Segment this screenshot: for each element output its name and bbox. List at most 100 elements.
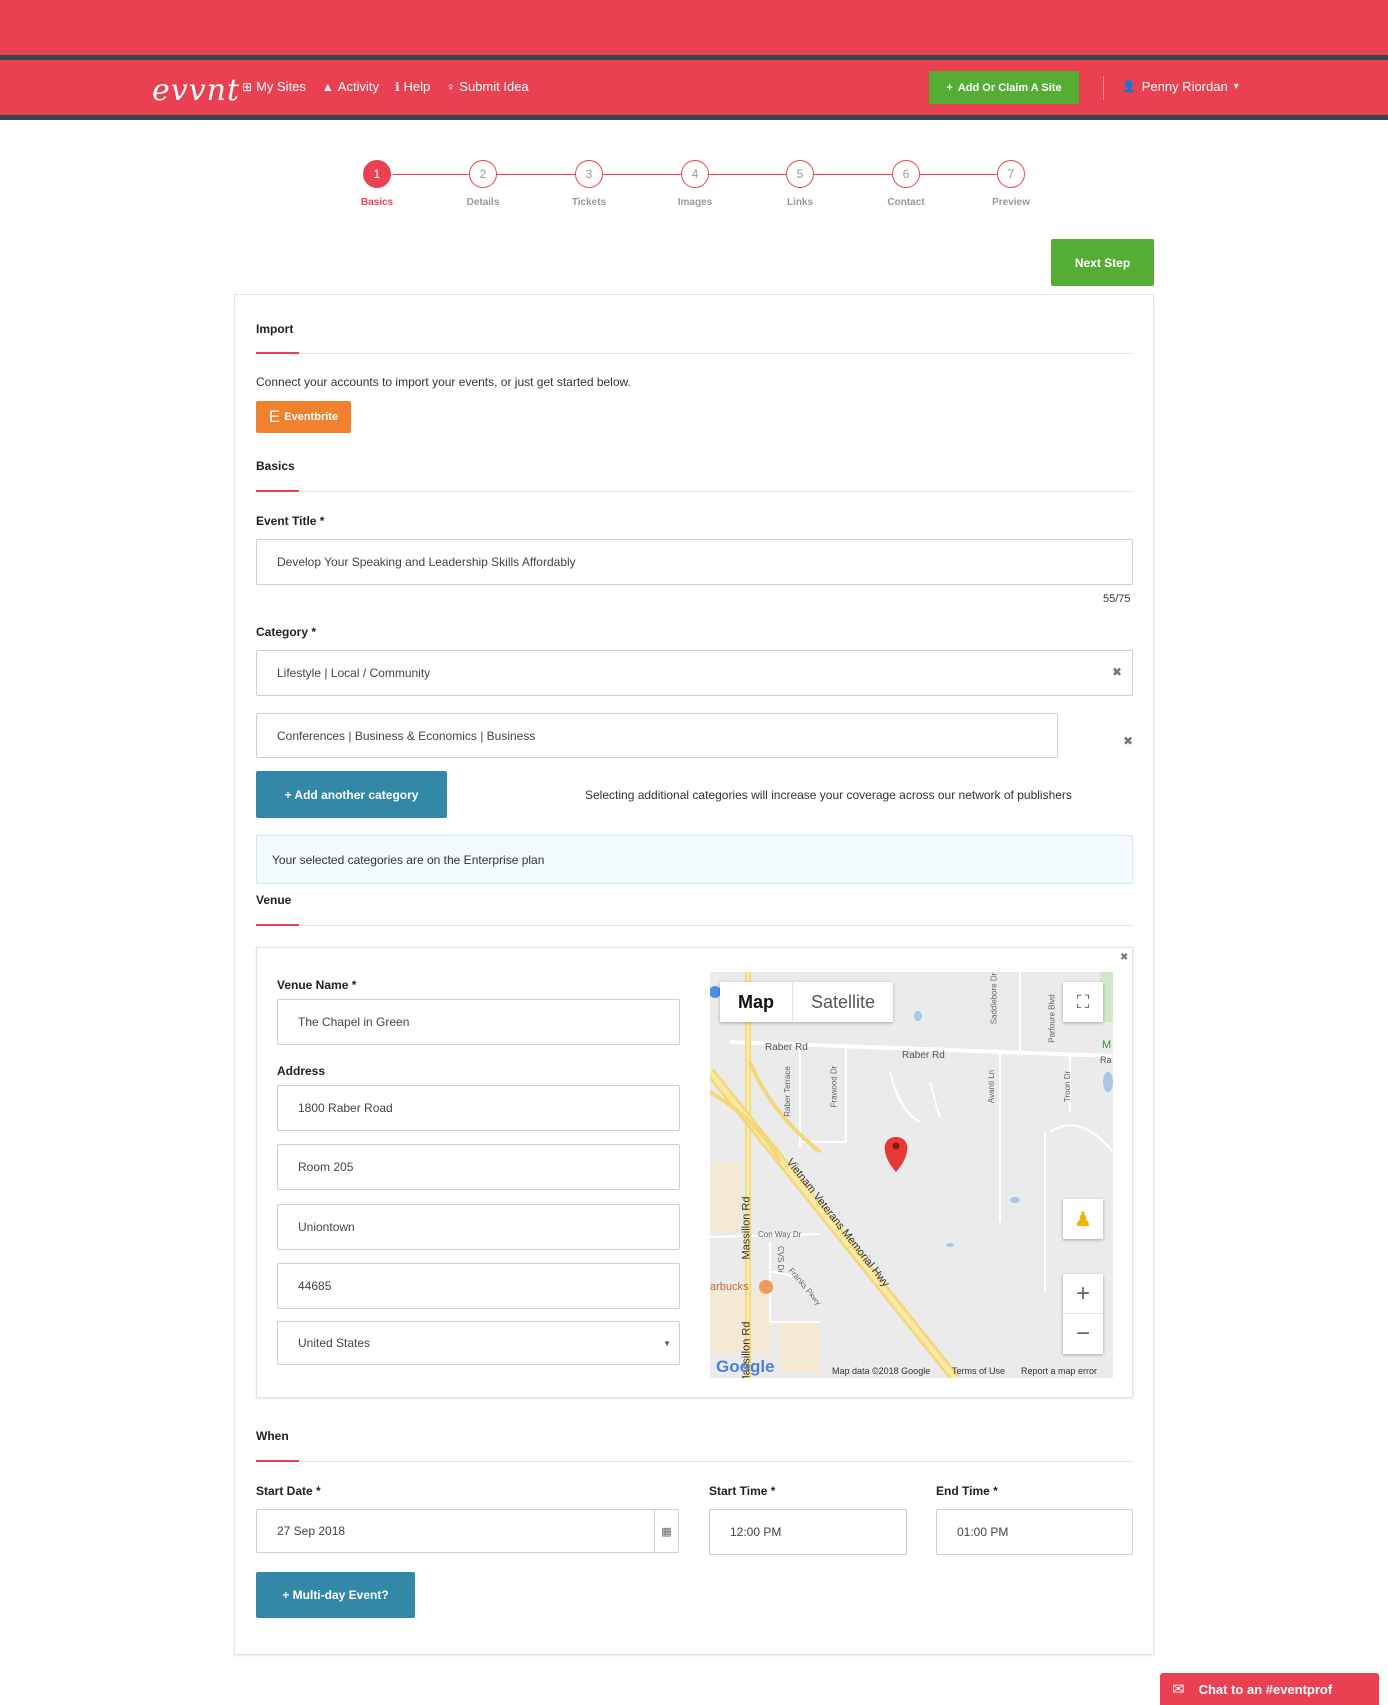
add-site-label: Add Or Claim A Site (957, 81, 1062, 94)
nav-label: Activity (337, 79, 379, 94)
map-type-satellite[interactable]: Satellite (792, 982, 893, 1022)
place-label-starbucks: arbucks (710, 1281, 749, 1293)
nav-my-sites[interactable]: ⊞ My Sites (242, 79, 306, 94)
street-label: Raber Terrace (782, 1066, 792, 1117)
calendar-icon[interactable]: ▦ (654, 1510, 678, 1552)
step-tickets[interactable]: 3 Tickets (559, 160, 619, 208)
section-accent (256, 1460, 299, 1462)
step-details[interactable]: 2 Details (453, 160, 513, 208)
address-label: Address (277, 1064, 326, 1078)
step-label: Details (466, 197, 500, 208)
step-label: Basics (360, 197, 394, 208)
street-label: CVS Dr (776, 1245, 786, 1274)
multi-day-event-button[interactable]: + Multi-day Event? (256, 1572, 415, 1618)
category-label: Category * (256, 625, 317, 639)
start-time-label: Start Time * (709, 1484, 776, 1498)
eventbrite-icon: E (268, 407, 281, 426)
user-menu[interactable]: 👤 Penny Riordan ▾ (1122, 79, 1239, 94)
remove-venue-icon[interactable]: ✖ (1120, 952, 1128, 963)
step-basics[interactable]: 1 Basics (347, 160, 407, 208)
event-form-card: Import Connect your accounts to import y… (234, 294, 1154, 1655)
street-view-pegman-icon[interactable]: ♟ (1063, 1199, 1103, 1239)
venue-map[interactable]: Map Satellite ⛶ ♟ + − Raber Rd Raber Rd … (710, 972, 1113, 1378)
country-select[interactable]: United States ▼ (277, 1321, 680, 1365)
step-label: Tickets (571, 197, 607, 208)
start-time-input[interactable]: 12:00 PM (709, 1509, 907, 1555)
import-section-title: Import (256, 322, 294, 336)
user-icon: 👤 (1122, 81, 1136, 93)
info-icon: ℹ (394, 79, 400, 94)
category-select-2[interactable]: Conferences | Business & Economics | Bus… (256, 713, 1058, 758)
title-char-count: 55/75 (1103, 593, 1131, 605)
street-label: Frawood Dr (829, 1065, 839, 1108)
nav-help[interactable]: ℹ Help (395, 79, 430, 94)
zoom-out-icon[interactable]: − (1063, 1314, 1103, 1354)
zip-input[interactable]: 44685 (277, 1263, 680, 1309)
end-time-label: End Time * (936, 1484, 998, 1498)
city-input[interactable]: Uniontown (277, 1204, 680, 1250)
street-label: Troon Dr (1063, 1070, 1073, 1103)
eventbrite-label: Eventbrite (284, 411, 339, 423)
zoom-in-icon[interactable]: + (1063, 1274, 1103, 1314)
map-data-attribution: Map data ©2018 Google (832, 1366, 931, 1376)
nav-activity[interactable]: ▲ Activity (322, 79, 379, 94)
map-type-toggle: Map Satellite (720, 982, 894, 1022)
nav-divider (1103, 76, 1104, 100)
category-select-1[interactable]: Lifestyle | Local / Community (256, 650, 1133, 696)
nav-label: My Sites (256, 79, 306, 94)
section-accent (256, 924, 299, 926)
add-category-button[interactable]: + Add another category (256, 771, 447, 818)
step-number: 6 (892, 160, 920, 188)
edge-label: Ra (1100, 1055, 1112, 1065)
nav-submit-idea[interactable]: ♀ Submit Idea (446, 79, 528, 94)
report-map-error-link[interactable]: Report a map error (1021, 1366, 1097, 1376)
top-banner (0, 0, 1388, 55)
zoom-controls: + − (1063, 1274, 1103, 1354)
basics-section-title: Basics (256, 459, 295, 473)
step-label: Preview (992, 197, 1030, 208)
chat-button[interactable]: ✉ Chat to an #eventprof (1160, 1673, 1379, 1705)
start-date-value: 27 Sep 2018 (277, 1524, 346, 1538)
section-accent (256, 352, 299, 354)
step-number: 3 (575, 160, 603, 188)
clear-category-1-icon[interactable]: ✖ (1112, 665, 1122, 679)
event-title-input[interactable]: Develop Your Speaking and Leadership Ski… (256, 539, 1133, 585)
google-logo: Google (716, 1357, 775, 1376)
step-links[interactable]: 5 Links (770, 160, 830, 208)
envelope-icon: ✉ (1172, 1681, 1185, 1698)
street-label: Raber Rd (765, 1042, 808, 1053)
sitemap-icon: ⊞ (242, 79, 253, 94)
nav-label: Help (403, 79, 431, 94)
plus-icon: + (946, 81, 953, 94)
step-preview[interactable]: 7 Preview (981, 160, 1041, 208)
start-date-input[interactable]: 27 Sep 2018 ▦ (256, 1509, 679, 1553)
coverage-note: Selecting additional categories will inc… (585, 788, 1072, 802)
caret-down-icon: ▼ (663, 1338, 671, 1348)
end-time-input[interactable]: 01:00 PM (936, 1509, 1133, 1555)
step-label: Contact (887, 197, 925, 208)
evvnt-logo[interactable]: evvnt (152, 73, 240, 108)
caret-down-icon: ▾ (1233, 81, 1239, 92)
next-step-button[interactable]: Next Step (1051, 239, 1154, 286)
step-number: 1 (363, 160, 391, 188)
edge-label: M (1102, 1039, 1112, 1051)
user-name: Penny Riordan (1141, 79, 1228, 94)
event-title-label: Event Title * (256, 514, 325, 528)
add-or-claim-site-button[interactable]: + Add Or Claim A Site (929, 71, 1079, 104)
step-images[interactable]: 4 Images (665, 160, 725, 208)
import-description: Connect your accounts to import your eve… (256, 375, 631, 389)
section-divider (256, 925, 1133, 926)
venue-name-input[interactable]: The Chapel in Green (277, 999, 680, 1045)
clear-category-2-icon[interactable]: ✖ (1123, 734, 1133, 748)
terms-of-use-link[interactable]: Terms of Use (952, 1366, 1005, 1376)
map-type-map[interactable]: Map (720, 982, 792, 1022)
fullscreen-icon[interactable]: ⛶ (1063, 982, 1103, 1022)
street-label: Avanti Ln (987, 1069, 997, 1104)
plan-info-box: Your selected categories are on the Ente… (256, 835, 1133, 884)
eventbrite-import-button[interactable]: E Eventbrite (256, 401, 351, 433)
step-contact[interactable]: 6 Contact (876, 160, 936, 208)
address-line-1-input[interactable]: 1800 Raber Road (277, 1085, 680, 1131)
when-section-title: When (256, 1429, 289, 1443)
address-line-2-input[interactable]: Room 205 (277, 1144, 680, 1190)
section-accent (256, 490, 299, 492)
